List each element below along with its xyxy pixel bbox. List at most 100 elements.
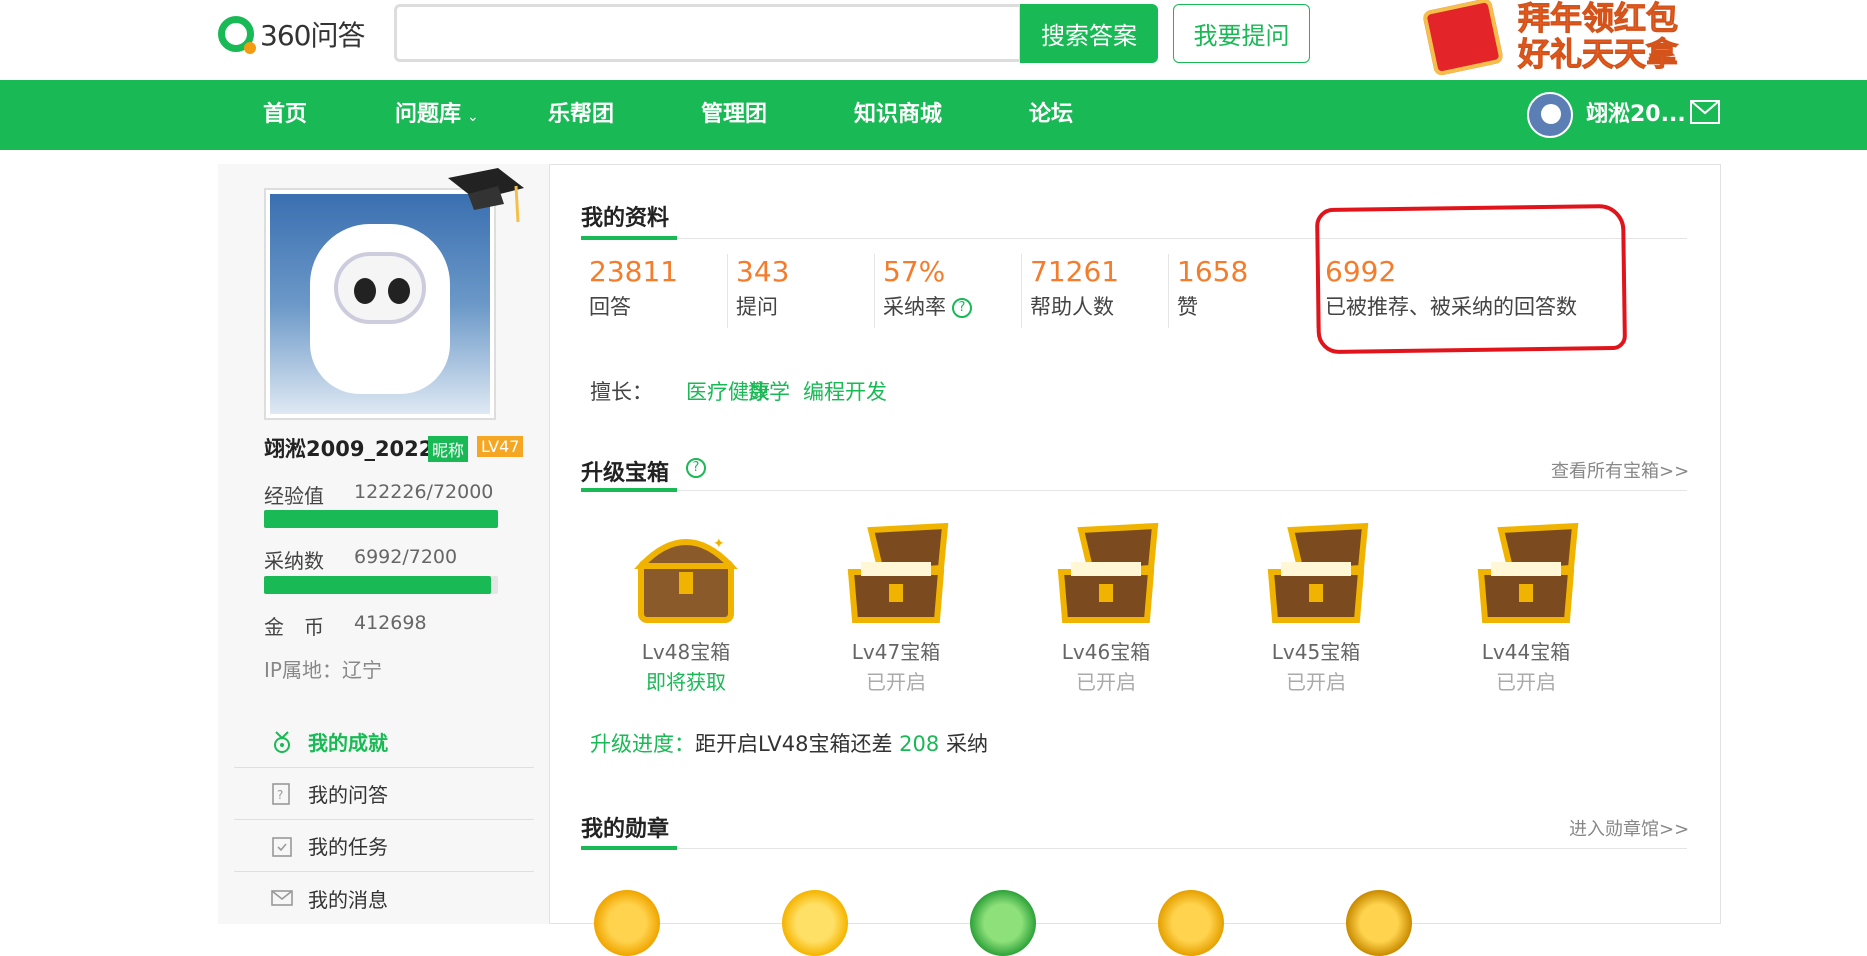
graduation-cap-icon (448, 168, 524, 223)
top-bar: 360问答 搜索答案 我要提问 拜年领红包 好礼天天拿 (0, 0, 1867, 80)
medal-icon (274, 730, 290, 753)
promo-line-1: 拜年领红包 (1517, 0, 1679, 37)
chest-name: Lv45宝箱 (1271, 640, 1361, 664)
section-divider (581, 490, 1687, 491)
chest-name: Lv48宝箱 (641, 640, 731, 664)
logo-text: 360问答 (260, 19, 365, 52)
medal-badge-star[interactable] (594, 890, 660, 956)
panda-mascot-image (310, 224, 450, 394)
section-title-medals: 我的勋章 (581, 817, 670, 842)
site-logo[interactable]: 360问答 (218, 14, 365, 54)
mail-icon[interactable] (1690, 100, 1720, 124)
nav-item-store[interactable]: 知识商城 (854, 80, 942, 150)
progress-text: 距开启LV48宝箱还差 (695, 732, 893, 756)
svg-text:?: ? (277, 788, 283, 802)
mail-icon (271, 890, 293, 906)
stat-number: 23811 (589, 255, 679, 288)
adopt-value: 6992/7200 (354, 546, 458, 568)
menu-item-my-messages[interactable]: 我的消息 (234, 872, 534, 924)
exp-progress-bar (264, 510, 498, 528)
adopt-label: 采纳数 (264, 549, 324, 573)
nav-item-question-bank[interactable]: 问题库 ⌄ (395, 80, 479, 150)
chest-status: 即将获取 (646, 670, 726, 694)
open-chest-icon[interactable] (1261, 522, 1371, 626)
menu-item-my-tasks[interactable]: 我的任务 (234, 820, 534, 872)
stat-number: 343 (736, 255, 790, 288)
closed-chest-icon[interactable]: ✦ (631, 522, 741, 626)
ip-location: IP属地：辽宁 (264, 658, 382, 682)
stat-number: 71261 (1030, 255, 1120, 288)
red-envelope-icon (1421, 0, 1505, 77)
view-all-chests-link[interactable]: 查看所有宝箱>> (1551, 457, 1689, 483)
section-title-my-info: 我的资料 (581, 206, 670, 231)
stat-number: 57% (883, 255, 946, 288)
nav-item-forum[interactable]: 论坛 (1029, 80, 1073, 150)
open-chest-icon[interactable] (1471, 522, 1581, 626)
nav-item-admin-group[interactable]: 管理团 (701, 80, 767, 150)
help-icon[interactable]: ? (686, 458, 706, 478)
view-medal-hall-link[interactable]: 进入勋章馆>> (1569, 815, 1689, 841)
chevron-down-icon: ⌄ (467, 109, 479, 125)
section-underline (581, 846, 677, 850)
calendar-icon (272, 836, 292, 857)
chest-name: Lv46宝箱 (1061, 640, 1151, 664)
chest-status: 已开启 (1286, 670, 1346, 694)
coin-value: 412698 (354, 612, 427, 634)
level-badge: LV47 (477, 436, 524, 457)
chest-name: Lv47宝箱 (851, 640, 941, 664)
exp-value: 122226/72000 (354, 481, 494, 503)
menu-item-my-qa[interactable]: ? 我的问答 (234, 768, 534, 820)
progress-number: 208 (899, 732, 940, 756)
stat-likes[interactable]: 1658 赞 (1168, 254, 1316, 328)
nav-username[interactable]: 翊淞20... (1586, 80, 1686, 150)
skill-tag[interactable]: 数学 (748, 376, 790, 406)
stat-adopt-rate[interactable]: 57% 采纳率? (874, 254, 1021, 328)
stat-label: 回答 (589, 295, 631, 319)
logo-icon (218, 16, 256, 54)
svg-text:✦: ✦ (713, 536, 725, 552)
menu-label: 我的消息 (308, 887, 388, 912)
chest-status: 已开启 (866, 670, 926, 694)
medal-badge-cap[interactable] (1346, 890, 1412, 956)
medal-badge-orange[interactable] (1158, 890, 1224, 956)
profile-username: 翊淞2009_2022 (264, 437, 434, 461)
medal-badge-green[interactable] (970, 890, 1036, 956)
stat-helped-people[interactable]: 71261 帮助人数 (1021, 254, 1168, 328)
skill-tag[interactable]: 编程开发 (803, 376, 887, 406)
user-avatar[interactable] (1527, 92, 1573, 138)
medal-badge-gold[interactable] (782, 890, 848, 956)
section-divider (581, 848, 1687, 849)
qa-icon: ? (272, 782, 290, 805)
search-button[interactable]: 搜索答案 (1020, 4, 1158, 63)
progress-suffix: 采纳 (945, 732, 988, 756)
stat-answers[interactable]: 23811 回答 (581, 254, 727, 328)
stat-questions[interactable]: 343 提问 (727, 254, 874, 328)
exp-label: 经验值 (264, 484, 324, 508)
section-underline (581, 488, 677, 492)
section-underline (581, 236, 677, 240)
ask-question-button[interactable]: 我要提问 (1173, 4, 1310, 63)
stat-number: 1658 (1177, 255, 1249, 288)
search-input[interactable] (394, 4, 1022, 62)
stat-label: 帮助人数 (1030, 295, 1114, 319)
promo-banner[interactable]: 拜年领红包 好礼天天拿 (1418, 0, 1698, 77)
section-title-chests: 升级宝箱 (581, 461, 670, 486)
menu-label: 我的问答 (308, 783, 388, 807)
nav-item-home[interactable]: 首页 (263, 80, 307, 150)
skill-label: 擅长： (590, 380, 653, 404)
open-chest-icon[interactable] (841, 522, 951, 626)
progress-prefix: 升级进度： (590, 732, 695, 756)
red-annotation-circle (1314, 203, 1628, 355)
main-nav: 首页 问题库 ⌄ 乐帮团 管理团 知识商城 论坛 翊淞20... (0, 80, 1867, 150)
open-chest-icon[interactable] (1051, 522, 1161, 626)
stat-label: 赞 (1177, 295, 1198, 319)
menu-item-achievements[interactable]: 我的成就 (234, 716, 534, 768)
chest-status: 已开启 (1496, 670, 1556, 694)
coin-label: 金 币 (264, 615, 324, 639)
nav-item-help-group[interactable]: 乐帮团 (548, 80, 614, 150)
stat-label: 提问 (736, 295, 778, 319)
adopt-progress-bar (264, 576, 498, 594)
chest-name: Lv44宝箱 (1481, 640, 1571, 664)
menu-label: 我的成就 (308, 731, 388, 755)
help-icon[interactable]: ? (952, 298, 972, 318)
